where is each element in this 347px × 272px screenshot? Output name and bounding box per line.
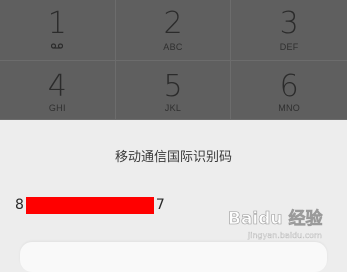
redaction-bar bbox=[25, 196, 154, 214]
imei-prefix: 8 bbox=[15, 197, 24, 213]
dialer-keypad: 1 2 ABC 3 DEF 4 GHI 5 JKL 6 MNO bbox=[0, 0, 347, 120]
key-digit: 4 bbox=[47, 69, 67, 104]
dialog-button[interactable] bbox=[20, 242, 327, 272]
key-1[interactable]: 1 bbox=[0, 0, 116, 61]
key-letters: DEF bbox=[279, 42, 299, 52]
key-digit: 1 bbox=[47, 6, 67, 41]
key-digit: 5 bbox=[163, 69, 183, 104]
watermark-url: jingyan.baidu.com bbox=[247, 231, 322, 240]
key-5[interactable]: 5 JKL bbox=[115, 61, 232, 120]
key-digit: 2 bbox=[163, 6, 183, 41]
key-4[interactable]: 4 GHI bbox=[0, 61, 116, 120]
dialog-title: 移动通信国际识别码 bbox=[114, 150, 232, 165]
key-digit: 6 bbox=[279, 69, 299, 104]
imei-number: 8 7 bbox=[15, 196, 165, 214]
voicemail-icon bbox=[51, 43, 64, 49]
key-3[interactable]: 3 DEF bbox=[231, 0, 347, 61]
key-letters: GHI bbox=[48, 103, 66, 113]
key-2[interactable]: 2 ABC bbox=[115, 0, 232, 61]
key-digit: 3 bbox=[279, 6, 299, 41]
imei-suffix: 7 bbox=[155, 197, 165, 213]
key-letters: JKL bbox=[164, 103, 182, 113]
key-letters: MNO bbox=[278, 103, 301, 113]
baidu-jingyan-watermark: Baidu 经验 jingyan.baidu.com bbox=[228, 208, 324, 240]
key-letters: ABC bbox=[163, 42, 183, 52]
watermark-text: Baidu 经验 bbox=[228, 208, 323, 229]
key-6[interactable]: 6 MNO bbox=[231, 61, 347, 120]
